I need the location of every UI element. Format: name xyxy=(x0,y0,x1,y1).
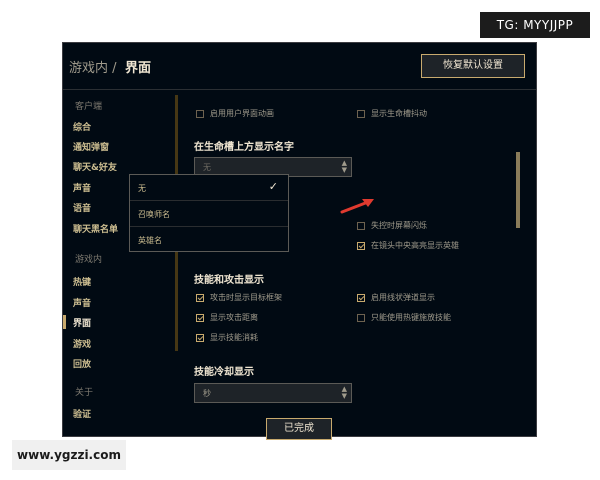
camera-highlight-option[interactable]: 在镜头中央高亮显示英雄 xyxy=(357,240,459,251)
select-chevron-icon: ▲ ▼ xyxy=(341,159,347,174)
sidebar-item-interface[interactable]: 界面 xyxy=(73,316,91,329)
scrollbar-thumb[interactable] xyxy=(516,152,520,228)
show-attack-range-label: 显示攻击距离 xyxy=(210,313,258,322)
dropdown-option-champion-name[interactable]: 英雄名 xyxy=(130,227,288,253)
show-target-frame-checkbox[interactable] xyxy=(196,293,204,302)
show-attack-range-checkbox[interactable] xyxy=(196,313,204,322)
sidebar-item-notifications[interactable]: 通知弹窗 xyxy=(73,140,109,153)
sidebar-active-marker xyxy=(63,315,66,329)
show-line-missile-label: 启用线状弹道显示 xyxy=(371,293,435,302)
sidebar-item-chat-blocklist[interactable]: 聊天黑名单 xyxy=(73,222,118,235)
sidebar-item-sound-ingame[interactable]: 声音 xyxy=(73,296,91,309)
show-target-frame-label: 攻击时显示目标框架 xyxy=(210,293,282,302)
only-hotkey-cast-label: 只能使用热键施放技能 xyxy=(371,313,451,322)
breadcrumb-parent[interactable]: 游戏内 / xyxy=(69,57,117,76)
check-icon: ✓ xyxy=(268,180,278,193)
settings-header: 游戏内 / 界面 恢复默认设置 xyxy=(63,43,536,90)
checkmark-icon xyxy=(358,294,364,300)
lose-control-flash-checkbox[interactable] xyxy=(357,221,365,230)
only-hotkey-cast-option[interactable]: 只能使用热键施放技能 xyxy=(357,312,451,323)
dropdown-option-label: 召唤师名 xyxy=(138,210,170,219)
show-target-frame-option[interactable]: 攻击时显示目标框架 xyxy=(196,292,282,303)
show-health-shake-label: 显示生命槽抖动 xyxy=(371,109,427,118)
sidebar-section-client: 客户端 xyxy=(75,102,103,112)
sidebar-item-verification[interactable]: 验证 xyxy=(73,407,91,420)
watermark-bottom: www.ygzzi.com xyxy=(12,440,126,470)
name-display-select-value: 无 xyxy=(203,163,211,172)
select-chevron-icon: ▲ ▼ xyxy=(341,385,347,400)
dropdown-option-label: 无 xyxy=(138,184,146,193)
only-hotkey-cast-checkbox[interactable] xyxy=(357,313,365,322)
enable-ui-animation-checkbox[interactable] xyxy=(196,109,204,118)
dropdown-option-summoner-name[interactable]: 召唤师名 xyxy=(130,201,288,227)
page-title: 界面 xyxy=(125,61,152,76)
sidebar-section-about: 关于 xyxy=(75,388,94,398)
sidebar-item-game[interactable]: 游戏 xyxy=(73,337,91,350)
red-annotation-arrow-icon xyxy=(340,199,374,214)
enable-ui-animation-label: 启用用户界面动画 xyxy=(210,109,274,118)
show-attack-range-option[interactable]: 显示攻击距离 xyxy=(196,312,258,323)
checkmark-icon xyxy=(197,314,203,320)
show-line-missile-checkbox[interactable] xyxy=(357,293,365,302)
checkmark-icon xyxy=(197,294,203,300)
show-ability-cost-option[interactable]: 显示技能消耗 xyxy=(196,332,258,343)
checkmark-icon xyxy=(358,242,364,248)
done-button[interactable]: 已完成 xyxy=(266,418,332,440)
cooldown-display-select[interactable]: 秒 ▲ ▼ xyxy=(194,383,352,403)
restore-defaults-button[interactable]: 恢复默认设置 xyxy=(421,54,525,78)
sidebar-item-voice[interactable]: 语音 xyxy=(73,201,91,214)
skills-section-title: 技能和攻击显示 xyxy=(194,275,264,286)
show-health-shake-option[interactable]: 显示生命槽抖动 xyxy=(357,108,427,119)
cooldown-display-select-value: 秒 xyxy=(203,389,211,398)
dropdown-option-label: 英雄名 xyxy=(138,236,162,245)
sidebar-section-ingame: 游戏内 xyxy=(75,255,103,265)
name-display-section-title: 在生命槽上方显示名字 xyxy=(194,142,294,153)
sidebar-item-general[interactable]: 综合 xyxy=(73,120,91,133)
checkmark-icon xyxy=(197,334,203,340)
show-ability-cost-label: 显示技能消耗 xyxy=(210,333,258,342)
show-ability-cost-checkbox[interactable] xyxy=(196,333,204,342)
cooldown-section-title: 技能冷却显示 xyxy=(194,367,254,378)
watermark-top: TG: MYYJJPP xyxy=(480,12,590,38)
show-line-missile-option[interactable]: 启用线状弹道显示 xyxy=(357,292,435,303)
camera-highlight-checkbox[interactable] xyxy=(357,241,365,250)
sidebar-item-sound-client[interactable]: 声音 xyxy=(73,181,91,194)
enable-ui-animation-option[interactable]: 启用用户界面动画 xyxy=(196,108,274,119)
sidebar-item-chat-friends[interactable]: 聊天&好友 xyxy=(73,160,117,173)
dropdown-option-none[interactable]: 无 ✓ xyxy=(130,175,288,201)
sidebar-item-replay[interactable]: 回放 xyxy=(73,357,91,370)
lose-control-flash-label: 失控时屏幕闪烁 xyxy=(371,221,427,230)
sidebar: 客户端 综合 通知弹窗 聊天&好友 声音 语音 聊天黑名单 游戏内 热键 声音 … xyxy=(63,91,173,436)
name-display-dropdown: 无 ✓ 召唤师名 英雄名 xyxy=(129,174,289,252)
camera-highlight-label: 在镜头中央高亮显示英雄 xyxy=(371,241,459,250)
lose-control-flash-option[interactable]: 失控时屏幕闪烁 xyxy=(357,220,427,231)
interface-settings-panel: 启用用户界面动画 显示生命槽抖动 在生命槽上方显示名字 无 ▲ ▼ 失控时屏幕闪烁… xyxy=(181,91,536,436)
sidebar-item-hotkeys[interactable]: 热键 xyxy=(73,275,91,288)
show-health-shake-checkbox[interactable] xyxy=(357,109,365,118)
